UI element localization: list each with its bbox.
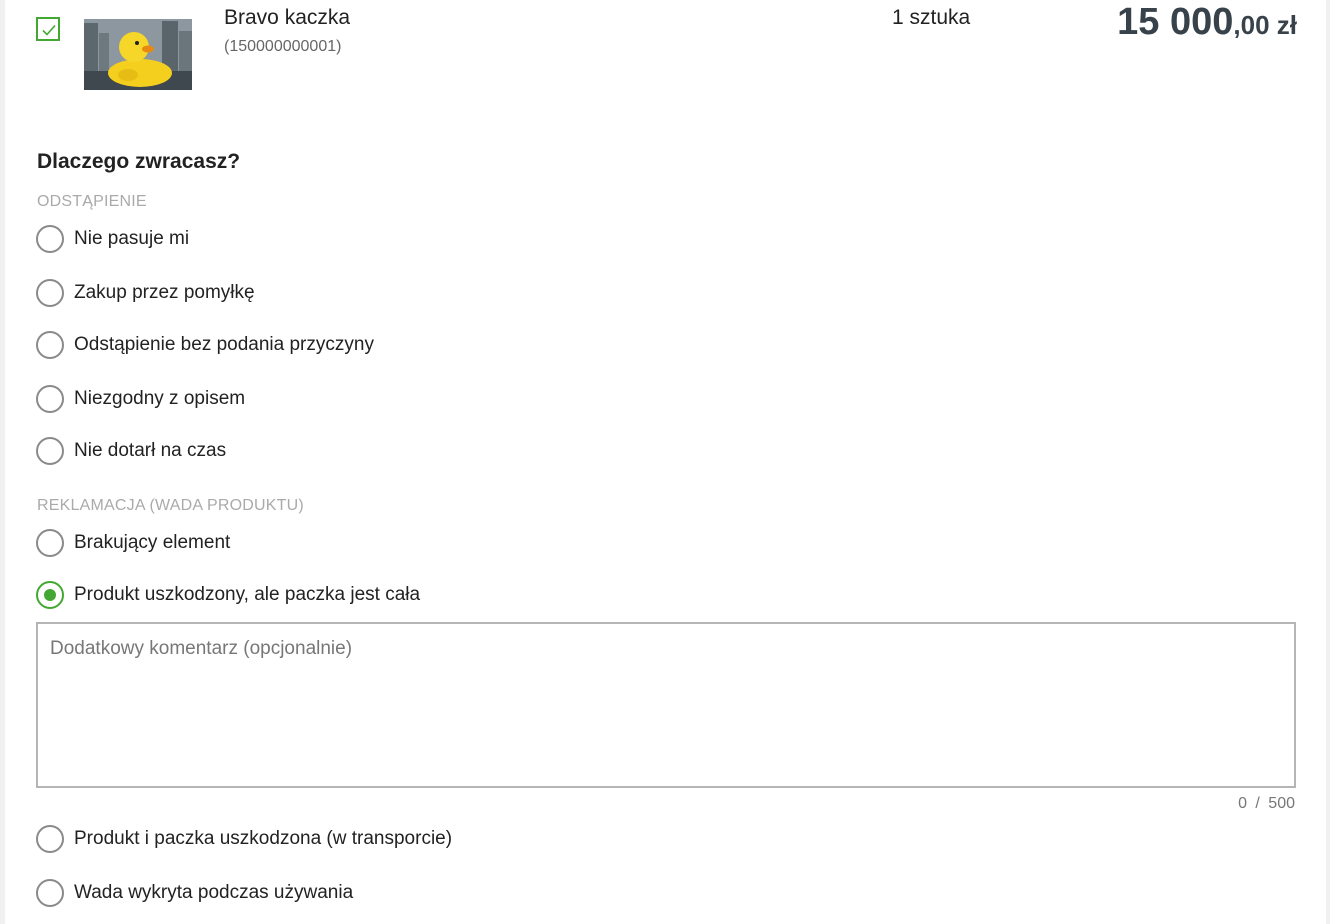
comment-character-counter: 0 / 500 (1238, 795, 1295, 812)
radio-button[interactable] (36, 437, 64, 465)
radio-button[interactable] (36, 385, 64, 413)
reason-label: Produkt i paczka uszkodzona (w transporc… (74, 828, 453, 849)
additional-comment-textarea[interactable] (36, 622, 1296, 788)
reason-option-damaged-product-intact-package[interactable]: Produkt uszkodzony, ale paczka jest cała (36, 580, 420, 610)
reason-label: Zakup przez pomyłkę (74, 282, 255, 303)
return-item-card: Bravo kaczka (150000000001) 1 sztuka 15 … (5, 0, 1326, 924)
reason-option-damaged-in-transport[interactable]: Produkt i paczka uszkodzona (w transporc… (36, 824, 452, 854)
product-price: 15 000,00 zł (1117, 1, 1297, 44)
reason-option-no-reason[interactable]: Odstąpienie bez podania przyczyny (36, 330, 374, 360)
reason-label: Produkt uszkodzony, ale paczka jest cała (74, 584, 421, 605)
reason-label: Wada wykryta podczas używania (74, 882, 354, 903)
radio-button[interactable] (36, 529, 64, 557)
reason-option-not-fitting[interactable]: Nie pasuje mi (36, 224, 189, 254)
reason-label: Niezgodny z opisem (74, 388, 246, 409)
reason-option-late-delivery[interactable]: Nie dotarł na czas (36, 436, 226, 466)
withdrawal-section-label: ODSTĄPIENIE (37, 193, 147, 210)
product-quantity: 1 sztuka (892, 6, 971, 29)
reason-label: Brakujący element (74, 532, 231, 553)
radio-button[interactable] (36, 825, 64, 853)
radio-button-selected[interactable] (36, 581, 64, 609)
reason-option-missing-element[interactable]: Brakujący element (36, 528, 230, 558)
price-currency: zł (1269, 10, 1297, 40)
price-decimal: ,00 (1233, 10, 1270, 40)
reason-option-bought-by-mistake[interactable]: Zakup przez pomyłkę (36, 278, 255, 308)
reason-option-not-as-described[interactable]: Niezgodny z opisem (36, 384, 245, 414)
price-integer: 15 000 (1117, 1, 1234, 43)
radio-button[interactable] (36, 879, 64, 907)
product-name: Bravo kaczka (224, 6, 351, 29)
product-thumbnail (84, 19, 192, 90)
checkmark-icon (42, 24, 56, 36)
product-select-checkbox[interactable] (36, 17, 60, 41)
radio-button[interactable] (36, 331, 64, 359)
radio-button[interactable] (36, 225, 64, 253)
product-code: (150000000001) (224, 38, 342, 55)
reason-label: Odstąpienie bez podania przyczyny (74, 334, 374, 355)
complaint-section-label: REKLAMACJA (WADA PRODUKTU) (37, 497, 304, 514)
reason-option-defect-during-use[interactable]: Wada wykryta podczas używania (36, 878, 353, 908)
radio-button[interactable] (36, 279, 64, 307)
reason-label: Nie pasuje mi (74, 228, 190, 249)
return-reason-heading: Dlaczego zwracasz? (37, 150, 241, 173)
reason-label: Nie dotarł na czas (74, 440, 227, 461)
